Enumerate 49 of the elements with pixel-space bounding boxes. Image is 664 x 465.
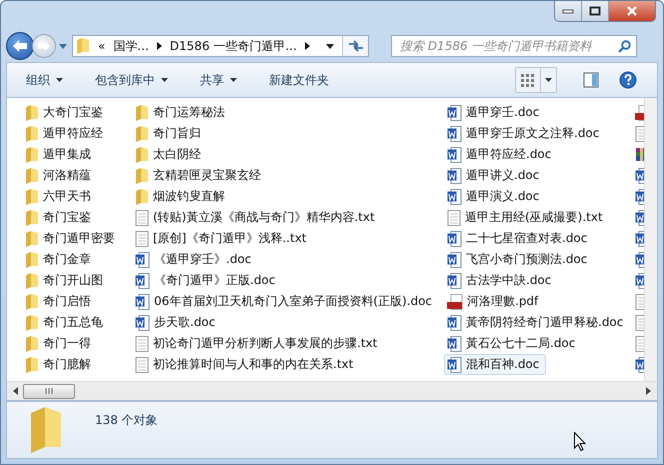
- file-item[interactable]: 太白阴经: [132, 144, 444, 165]
- file-item[interactable]: 06年首届刘卫天机奇门入室弟子面授资料(正版).doc: [132, 291, 444, 312]
- file-item[interactable]: 古法学中訣.doc: [444, 270, 632, 291]
- address-bar[interactable]: « 国学... D1586 一些奇门遁甲...: [72, 35, 369, 57]
- toolbar-button[interactable]: 包含到库中: [88, 68, 175, 92]
- file-item[interactable]: 奇门金章: [22, 249, 132, 270]
- toolbar-button[interactable]: 共享: [193, 68, 244, 92]
- file-item[interactable]: 遁甲主用经(巫咸撮要).txt: [444, 207, 632, 228]
- file-item[interactable]: 步天歌.doc: [132, 312, 444, 333]
- file-item[interactable]: (转贴)黃立溪《商战与奇门》精华内容.txt: [132, 207, 444, 228]
- file-item[interactable]: 《奇门遁甲》正版.doc: [132, 270, 444, 291]
- breadcrumb-item[interactable]: D1586 一些奇门遁甲...: [170, 38, 297, 54]
- file-item[interactable]: 遁甲演义.doc: [444, 186, 632, 207]
- file-item[interactable]: 遁甲集成: [22, 144, 132, 165]
- breadcrumb-overflow[interactable]: «: [98, 39, 106, 53]
- file-item[interactable]: 黃石公七十二局.doc: [444, 333, 632, 354]
- file-item[interactable]: 烟波钓叟直解: [132, 186, 444, 207]
- file-item[interactable]: 混和百神.doc: [444, 354, 546, 375]
- toolbar-button[interactable]: 新建文件夹: [262, 68, 349, 92]
- file-item[interactable]: 奇门运筹秘法: [132, 102, 444, 123]
- file-item[interactable]: 河洛理數.pdf: [444, 291, 632, 312]
- file-item[interactable]: 初论奇门遁甲分析判断人事发展的步骤.txt: [132, 333, 444, 354]
- file-item[interactable]: 奇门旨归: [132, 123, 444, 144]
- file-item[interactable]: 奇门遁甲密要: [22, 228, 132, 249]
- file-item[interactable]: 奇门宝鉴: [22, 207, 132, 228]
- breadcrumb-item[interactable]: 国学...: [113, 38, 149, 54]
- file-item[interactable]: 奇门五总龟: [22, 312, 132, 333]
- file-item[interactable]: 河洛精蕴: [22, 165, 132, 186]
- file-item[interactable]: 遁甲符应经.doc: [444, 144, 632, 165]
- file-item[interactable]: 遁甲穿壬.doc: [444, 102, 632, 123]
- file-item[interactable]: 六甲天书: [22, 186, 132, 207]
- file-item[interactable]: 遁甲穿壬原文之注释.doc: [444, 123, 632, 144]
- file-item[interactable]: 初论推算时间与人和事的内在关系.txt: [132, 354, 444, 375]
- file-item[interactable]: 飞宫小奇门预测法.doc: [444, 249, 632, 270]
- file-item[interactable]: 二十七星宿查对表.doc: [444, 228, 632, 249]
- file-item[interactable]: [原创]《奇门遁甲》浅释..txt: [132, 228, 444, 249]
- search-field[interactable]: 搜索 D1586 一些奇门遁甲书籍资料: [391, 35, 637, 57]
- toolbar-button[interactable]: 组织: [19, 68, 70, 92]
- file-item[interactable]: 《遁甲穿壬》.doc: [132, 249, 444, 270]
- file-item[interactable]: 奇门一得: [22, 333, 132, 354]
- file-item[interactable]: 奇门臆解: [22, 354, 132, 375]
- file-item[interactable]: 大奇门宝鉴: [22, 102, 132, 123]
- file-item[interactable]: 玄精碧匣灵宝聚玄经: [132, 165, 444, 186]
- file-item[interactable]: 遁甲讲义.doc: [444, 165, 632, 186]
- file-item[interactable]: 奇门开山图: [22, 270, 132, 291]
- item-count: 138 个对象: [95, 412, 158, 428]
- file-item[interactable]: 奇门启悟: [22, 291, 132, 312]
- file-item[interactable]: 遁甲符应经: [22, 123, 132, 144]
- file-item[interactable]: 黃帝阴符经奇门遁甲释秘.doc: [444, 312, 632, 333]
